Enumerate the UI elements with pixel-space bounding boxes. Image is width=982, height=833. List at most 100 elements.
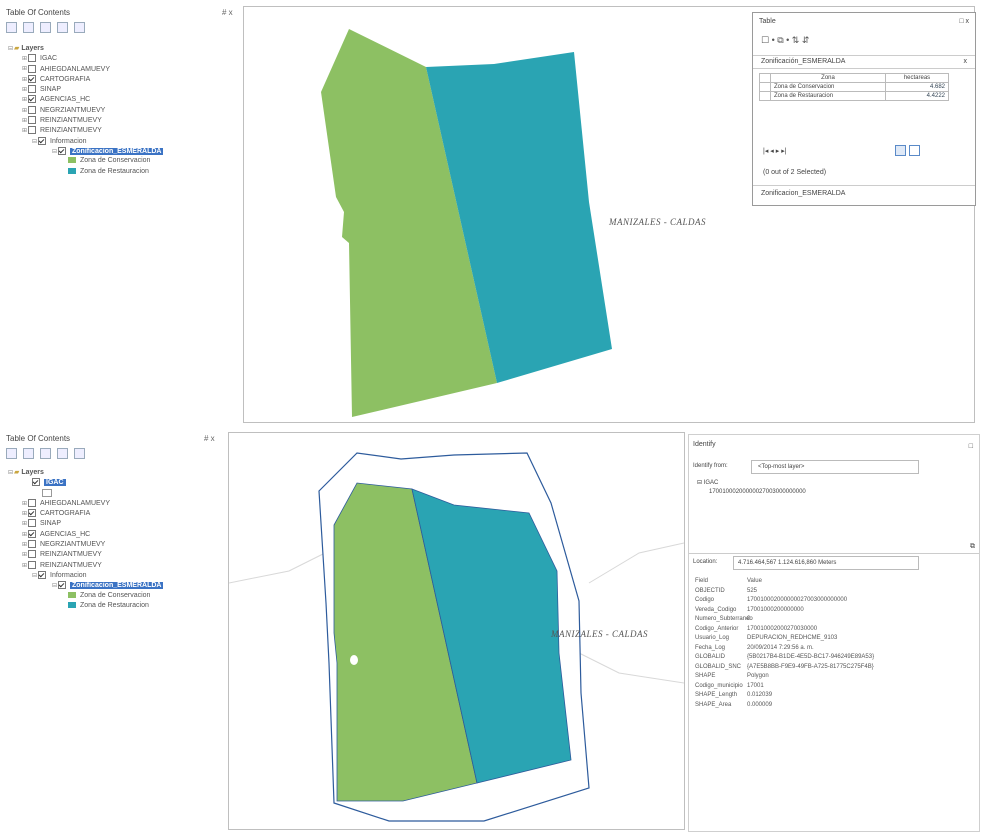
attribute-value: 17001000200000000 (747, 606, 804, 613)
attribute-row[interactable]: Codigo_municipio 17001 (695, 682, 874, 692)
attribute-row[interactable]: Numero_Subterraneo 0 (695, 615, 874, 625)
layer-row[interactable]: ⊞ AGENCIAS_HC (8, 95, 163, 105)
bottom-toc-panel: Table Of Contents # x ⊟▰ Layers IGAC ⊞ AH… (0, 428, 225, 828)
layer-checkbox[interactable] (28, 529, 36, 538)
identify-tree-child[interactable]: 17001000200000027003000000000 (709, 489, 806, 495)
list-by-drawing-order-icon[interactable] (6, 22, 17, 33)
table-row[interactable]: Zona de Conservacion 4.682 (759, 82, 949, 92)
layer-row[interactable]: ⊞ CARTOGRAFIA (8, 74, 163, 85)
bottom-map-view[interactable]: MANIZALES - CALDAS (228, 432, 685, 830)
record-navigator[interactable]: |◂ ◂ ▸ ▸| (763, 147, 787, 155)
layer-row[interactable]: ⊞ CARTOGRAFIA (8, 509, 163, 519)
layer-row[interactable]: ⊞ AHIEGDANLAMUEVY (8, 498, 163, 509)
attribute-row[interactable]: Usuario_Log DEPURACION_REDHCME_9103 (695, 634, 874, 644)
show-all-records-icon[interactable] (895, 145, 906, 156)
layer-checkbox[interactable] (28, 126, 36, 135)
table-row[interactable]: Zona de Restauracion 4.4222 (759, 91, 949, 101)
layer-row[interactable]: ⊟ Informacion (8, 570, 163, 581)
layer-row[interactable]: ⊞ NEGRZIANTMUEVY (8, 540, 163, 550)
attribute-row[interactable]: Codigo_Anterior 170010002000270030000 (695, 625, 874, 635)
layer-checkbox[interactable] (28, 116, 36, 125)
location-field[interactable]: 4.716.464,567 1.124.616,860 Meters (733, 556, 919, 570)
layer-checkbox[interactable] (58, 146, 66, 155)
list-by-visibility-icon[interactable] (40, 448, 51, 459)
layer-checkbox[interactable] (28, 550, 36, 559)
pin-close-icon[interactable]: # x (222, 8, 233, 17)
attribute-row[interactable]: GLOBALID {5B0217B4-B1DE-4E5D-BC17-946249E… (695, 653, 874, 663)
layer-checkbox[interactable] (32, 478, 40, 487)
attribute-value: 0.012039 (747, 692, 773, 698)
table-tab-close-icon[interactable]: x (964, 58, 968, 65)
pin-close-icon[interactable]: # x (204, 434, 215, 443)
layers-root[interactable]: ⊟▰ Layers (8, 468, 163, 478)
layer-row[interactable]: ⊞ REINZIANTMUEVY (8, 126, 163, 136)
selected-layer-row[interactable]: ⊟ Zonificacion_ESMERALDA (8, 146, 164, 157)
show-selected-records-icon[interactable] (909, 145, 920, 156)
layer-row[interactable]: ⊞ NEGRZIANTMUEVY (8, 105, 163, 116)
attribute-row[interactable]: SHAPE Polygon (695, 672, 874, 682)
layer-checkbox[interactable] (28, 498, 36, 507)
layer-name: REINZIANTMUEVY (40, 127, 102, 135)
selected-layer-row[interactable]: ⊟ Zonificacion_ESMERALDA (8, 581, 164, 591)
layers-root[interactable]: ⊟▰ Layers (8, 44, 163, 54)
selected-layer-name[interactable]: Zonificacion_ESMERALDA (70, 582, 164, 590)
selected-layer-name[interactable]: Zonificacion_ESMERALDA (70, 147, 164, 155)
layer-row[interactable]: ⊞ REINZIANTMUEVY (8, 550, 163, 560)
attribute-row[interactable]: SHAPE_Length 0.012039 (695, 691, 874, 701)
layer-row[interactable]: ⊞ IGAC (8, 54, 163, 64)
layer-row[interactable]: ⊞ SINAP (8, 85, 163, 95)
layer-checkbox[interactable] (28, 64, 36, 73)
footer-tab[interactable]: Zonificacion_ESMERALDA (761, 190, 845, 197)
table-tab-name[interactable]: Zonificación_ESMERALDA (761, 58, 845, 65)
column-header-zona[interactable]: Zona (770, 73, 886, 83)
list-by-selection-icon[interactable] (57, 448, 68, 459)
attribute-value: 20/09/2014 7:29:56 a. m. (747, 644, 814, 651)
list-by-visibility-icon[interactable] (40, 22, 51, 33)
list-by-source-icon[interactable] (23, 448, 34, 459)
layer-row[interactable]: ⊞ SINAP (8, 519, 163, 529)
attribute-row[interactable]: Fecha_Log 20/09/2014 7:29:56 a. m. (695, 644, 874, 654)
layer-checkbox[interactable] (38, 570, 46, 579)
layer-checkbox[interactable] (38, 136, 46, 145)
attribute-row[interactable]: Vereda_Codigo 17001000200000000 (695, 606, 874, 616)
layer-row[interactable]: ⊞ AGENCIAS_HC (8, 529, 163, 540)
layer-name: REINZIANTMUEVY (40, 561, 102, 569)
list-by-selection-icon[interactable] (57, 22, 68, 33)
layer-checkbox[interactable] (28, 105, 36, 114)
options-icon[interactable] (74, 448, 85, 459)
options-icon[interactable] (74, 22, 85, 33)
table-header-row: Zona hectareas (759, 73, 949, 83)
layer-checkbox[interactable] (28, 540, 36, 549)
attribute-row[interactable]: SHAPE_Area 0.000009 (695, 701, 874, 711)
layer-checkbox[interactable] (28, 560, 36, 569)
column-header-hectareas[interactable]: hectareas (885, 73, 949, 83)
layer-name: SINAP (40, 86, 62, 94)
layer-row[interactable]: ⊟ Informacion (8, 136, 163, 147)
layer-checkbox[interactable] (58, 581, 66, 590)
table-window-controls[interactable]: □ x (959, 18, 969, 25)
attribute-row[interactable]: GLOBALID_SNC {A7E5B8BB-F9E9-49FB-A725-817… (695, 663, 874, 673)
layer-checkbox[interactable] (28, 74, 36, 83)
panel-toggle-icon[interactable]: ⧉ (970, 543, 975, 551)
layer-row[interactable]: ⊞ AHIEGDANLAMUEVY (8, 64, 163, 75)
layer-tree: ⊟▰ Layers ⊞ IGAC ⊞ AHIEGDANLAMUEVY ⊞ CARTOGRA… (8, 44, 164, 178)
layer-checkbox[interactable] (28, 54, 36, 63)
identify-window-control[interactable]: □ (969, 443, 973, 450)
igac-layer-row[interactable]: IGAC (8, 478, 163, 488)
identify-tree-root[interactable]: ⊟ IGAC (697, 479, 718, 486)
list-by-drawing-order-icon[interactable] (6, 448, 17, 459)
cell-hectareas: 4.682 (885, 82, 949, 92)
layer-checkbox[interactable] (28, 85, 36, 94)
layer-checkbox[interactable] (28, 95, 36, 104)
layer-checkbox[interactable] (28, 519, 36, 528)
identify-from-select[interactable]: <Top-most layer> (751, 460, 919, 474)
table-toolbar[interactable]: ☐ • ⧉ • ⇅ ⇵ (761, 35, 809, 46)
layer-row[interactable]: ⊞ REINZIANTMUEVY (8, 560, 163, 571)
attribute-row[interactable]: Codigo 170010002000000027003000000000 (695, 596, 874, 606)
igac-layer-name[interactable]: IGAC (44, 479, 66, 487)
list-by-source-icon[interactable] (23, 22, 34, 33)
layer-row[interactable]: ⊞ REINZIANTMUEVY (8, 116, 163, 126)
attribute-row[interactable]: OBJECTID 525 (695, 587, 874, 597)
layer-checkbox[interactable] (28, 509, 36, 518)
collapse-icon[interactable]: ⊟ (697, 480, 704, 486)
